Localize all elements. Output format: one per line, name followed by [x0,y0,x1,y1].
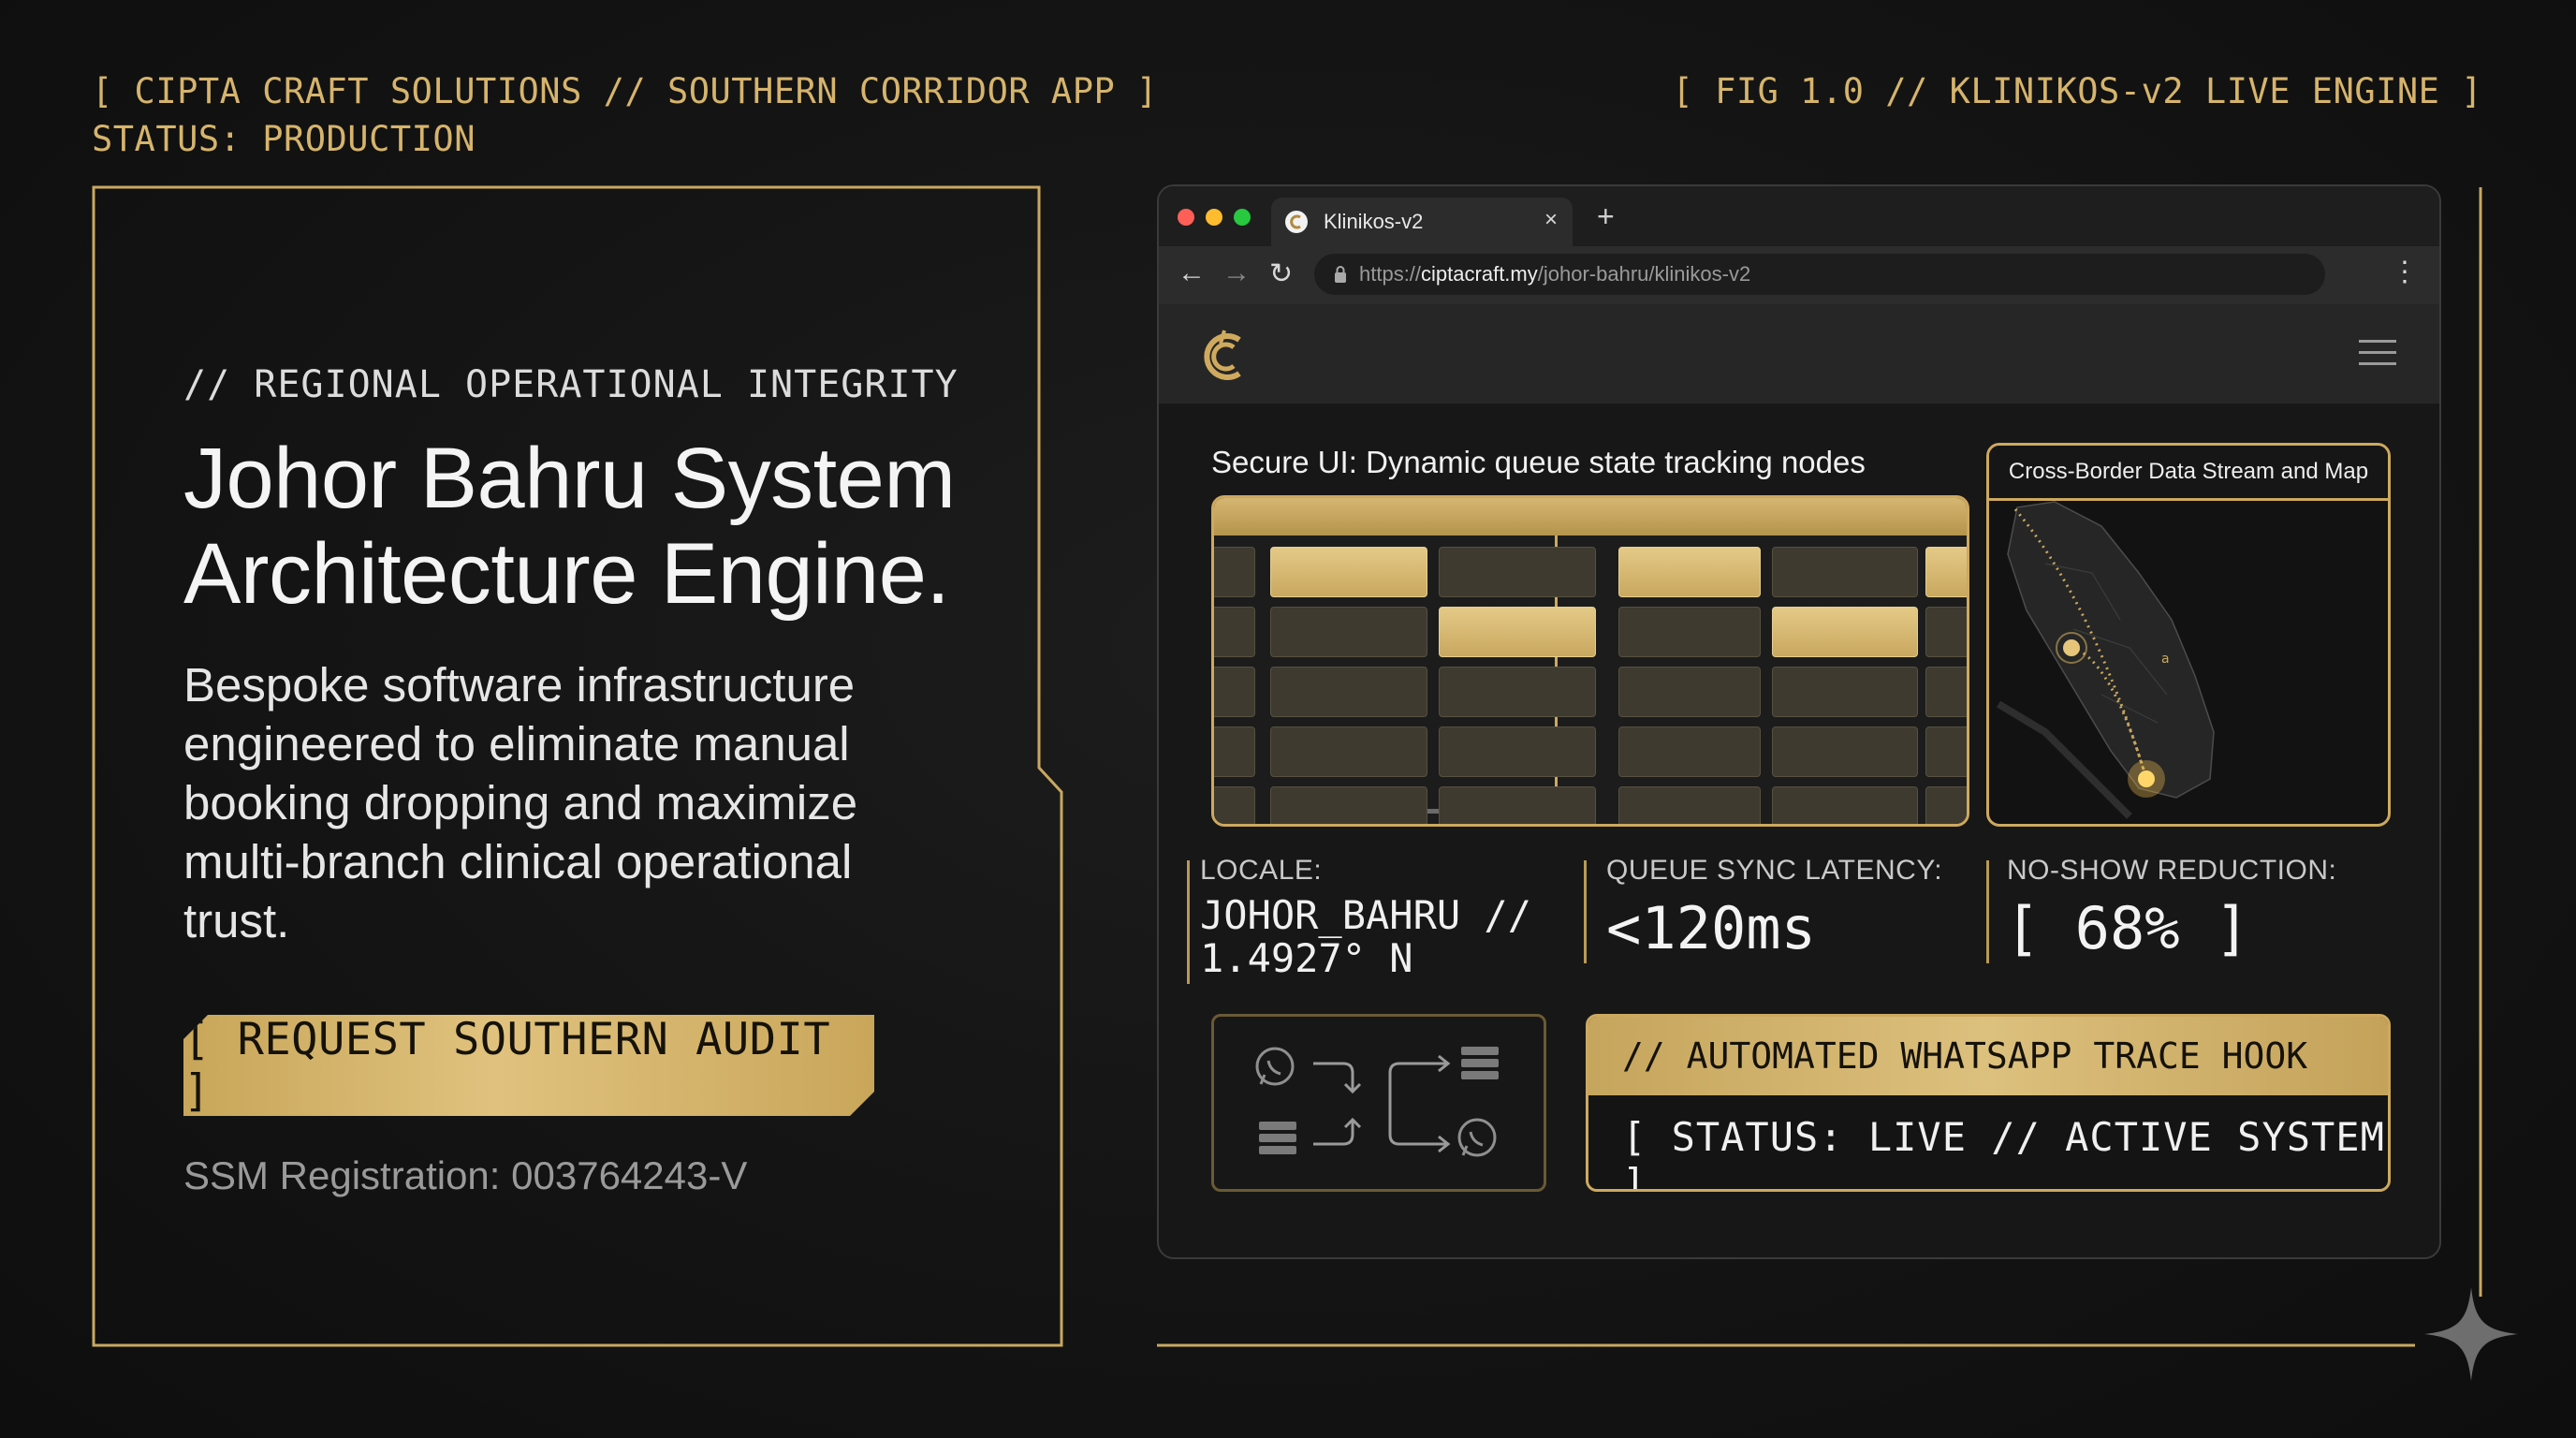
url-host: ciptacraft.my [1421,262,1538,286]
cross-border-map: Cross-Border Data Stream and Map a [1986,443,2391,827]
queue-node-cell[interactable] [1270,726,1427,777]
back-arrow-icon[interactable]: ← [1178,257,1206,289]
queue-node-cell[interactable] [1214,726,1255,777]
hero-description: Bespoke software infrastructure engineer… [183,655,857,950]
queue-state-grid [1211,495,1969,827]
queue-node-cell[interactable] [1270,547,1427,597]
queue-node-cell[interactable] [1214,547,1255,597]
svg-text:a: a [2161,652,2170,667]
queue-node-cell[interactable] [1618,786,1761,824]
header-brand-line: [ CIPTA CRAFT SOLUTIONS // SOUTHERN CORR… [92,71,1158,111]
queue-node-cell[interactable] [1618,547,1761,597]
ssm-registration: SSM Registration: 003764243-V [183,1153,748,1197]
cipta-logo-icon [1285,211,1308,233]
queue-node-cell[interactable] [1772,667,1918,717]
hook-status: [ STATUS: LIVE // ACTIVE SYSTEM ] [1622,1114,2385,1192]
queue-node-cell[interactable] [1618,667,1761,717]
queue-node-cell[interactable] [1925,547,1967,597]
queue-node-cell[interactable] [1270,667,1427,717]
queue-card-title: Secure UI: Dynamic queue state tracking … [1211,445,1866,479]
whatsapp-icon [1457,1118,1497,1157]
locale-line: JOHOR_BAHRU // [1200,892,1532,938]
queue-node-cell[interactable] [1214,667,1255,717]
queue-node-cell[interactable] [1270,786,1427,824]
queue-grid-header [1214,498,1967,536]
section-kicker: // REGIONAL OPERATIONAL INTEGRITY [183,363,959,406]
queue-node-cell[interactable] [1772,547,1918,597]
queue-node-cell[interactable] [1439,726,1596,777]
header-figure-label: [ FIG 1.0 // KLINIKOS-v2 LIVE ENGINE ] [1672,71,2482,111]
whatsapp-icon [1255,1047,1295,1086]
forward-arrow-icon[interactable]: → [1222,257,1251,289]
server-icon [1259,1122,1296,1154]
description-line: multi-branch clinical operational [183,835,853,888]
flow-arrow-icon [1313,1054,1451,1153]
no-show-label: NO-SHOW REDUCTION: [2007,855,2337,886]
locale-coordinate: 1.4927° N [1200,935,1413,981]
browser-window: Klinikos-v2 × + ← → ↻ https://ciptacraft… [1157,184,2441,1259]
hook-title: // AUTOMATED WHATSAPP TRACE HOOK [1622,1035,2308,1077]
url-scheme: https:// [1359,262,1422,286]
sparkle-icon [2424,1287,2518,1381]
header-status-line: STATUS: PRODUCTION [92,119,476,159]
queue-node-cell[interactable] [1925,667,1967,717]
queue-node-cell[interactable] [1214,607,1255,657]
queue-node-cell[interactable] [1618,726,1761,777]
headline-line-2: Architecture Engine. [183,526,950,622]
description-line: booking dropping and maximize [183,776,858,829]
tab-title: Klinikos-v2 [1324,210,1424,233]
description-line: trust. [183,894,290,947]
close-tab-icon[interactable]: × [1544,207,1558,233]
locale-label: LOCALE: [1200,855,1323,886]
stat-divider [1986,860,1989,963]
queue-node-cell[interactable] [1439,607,1596,657]
queue-node-cell[interactable] [1439,547,1596,597]
map-card-title: Cross-Border Data Stream and Map [1989,446,2388,501]
queue-node-cell[interactable] [1925,786,1967,824]
no-show-value: [ 68% ] [2005,894,2250,962]
address-bar-row: ← → ↻ https://ciptacraft.my/johor-bahru/… [1159,246,2439,304]
url-path: /johor-bahru/klinikos-v2 [1537,262,1751,286]
queue-node-cell[interactable] [1439,786,1596,824]
cipta-logo-icon[interactable] [1196,327,1256,387]
headline-line-1: Johor Bahru System [183,431,956,526]
queue-node-cell[interactable] [1772,786,1918,824]
queue-node-cell[interactable] [1618,607,1761,657]
site-header [1159,304,2439,404]
stat-divider [1187,860,1190,984]
description-line: engineered to eliminate manual [183,717,850,770]
request-audit-button[interactable]: [ REQUEST SOUTHERN AUDIT ] [183,1015,874,1116]
latency-value: <120ms [1606,894,1816,962]
hamburger-icon[interactable] [2359,340,2396,366]
queue-node-cell[interactable] [1270,607,1427,657]
browser-tab[interactable]: Klinikos-v2 × [1271,198,1573,246]
url-field[interactable]: https://ciptacraft.my/johor-bahru/klinik… [1314,254,2325,295]
queue-node-cell[interactable] [1925,607,1967,657]
queue-node-cell[interactable] [1214,786,1255,824]
queue-node-cell[interactable] [1772,607,1918,657]
hook-header: // AUTOMATED WHATSAPP TRACE HOOK [1588,1017,2388,1095]
latency-label: QUEUE SYNC LATENCY: [1606,855,1943,886]
close-window-dot[interactable] [1178,209,1194,226]
maximize-window-dot[interactable] [1234,209,1251,226]
peninsula-map[interactable]: a [1989,498,2388,824]
browser-menu-icon[interactable]: ⋮ [2391,256,2419,288]
whatsapp-flow-diagram [1211,1014,1546,1192]
new-tab-button[interactable]: + [1597,199,1615,234]
minimize-window-dot[interactable] [1206,209,1222,226]
description-line: Bespoke software infrastructure [183,658,856,712]
queue-node-cell[interactable] [1439,667,1596,717]
queue-node-cell[interactable] [1772,726,1918,777]
browser-tab-bar: Klinikos-v2 × + [1159,186,2439,246]
server-icon [1461,1047,1499,1079]
locale-value: JOHOR_BAHRU // 1.4927° N [1200,894,1531,980]
lock-icon [1335,266,1346,283]
stat-divider [1584,860,1587,963]
queue-node-cell[interactable] [1925,726,1967,777]
reload-icon[interactable]: ↻ [1269,257,1293,290]
whatsapp-trace-hook: // AUTOMATED WHATSAPP TRACE HOOK [ STATU… [1586,1014,2391,1192]
